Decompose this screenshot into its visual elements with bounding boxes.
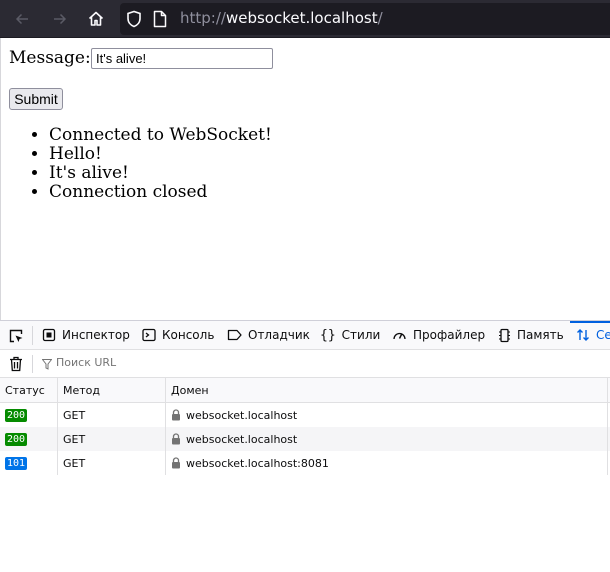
request-domain: websocket.localhost	[186, 433, 298, 446]
column-divider[interactable]	[57, 378, 58, 402]
forward-button[interactable]	[46, 5, 74, 33]
inspector-icon	[42, 328, 56, 342]
toolbar-divider	[32, 326, 33, 345]
column-divider	[607, 427, 608, 451]
tab-label: Стили	[341, 328, 381, 342]
lock-icon	[172, 457, 180, 469]
console-icon	[142, 328, 156, 342]
tab-memory[interactable]: Память	[498, 321, 564, 349]
url-path: /	[377, 9, 383, 27]
home-icon	[88, 11, 104, 26]
column-header-method[interactable]: Метод	[63, 384, 100, 397]
profiler-icon	[393, 332, 406, 340]
column-divider	[57, 403, 58, 427]
tab-label: Память	[517, 328, 564, 342]
url-bar[interactable]: http://websocket.localhost/	[120, 3, 610, 35]
column-divider	[165, 427, 166, 451]
tab-label: Консоль	[162, 328, 215, 342]
tab-inspector[interactable]: Инспектор	[42, 321, 130, 349]
column-header-domain[interactable]: Домен	[171, 384, 209, 397]
url-host: websocket.localhost	[225, 9, 378, 27]
memory-icon	[499, 328, 510, 342]
toolbar-divider	[32, 355, 33, 373]
request-method: GET	[63, 457, 86, 470]
status-badge: 101	[5, 457, 28, 470]
tab-label: Инспектор	[62, 328, 130, 342]
message-item: Hello!	[49, 145, 272, 164]
column-divider	[57, 451, 58, 475]
lock-icon	[172, 409, 180, 421]
tab-console[interactable]: Консоль	[142, 321, 214, 349]
message-item: Connection closed	[49, 183, 272, 202]
table-row[interactable]: 200 GET websocket.localhost	[0, 403, 610, 427]
tab-label: Се	[596, 328, 610, 342]
table-row[interactable]: 101 GET websocket.localhost:8081	[0, 451, 610, 475]
tab-label: Отладчик	[248, 328, 310, 342]
devtools-panel: Инспектор Консоль Отладчик {} Стили Проф…	[0, 320, 610, 572]
tab-network[interactable]: Се	[570, 321, 610, 349]
column-divider	[165, 451, 166, 475]
status-badge: 200	[5, 409, 28, 422]
table-row[interactable]: 200 GET websocket.localhost	[0, 427, 610, 451]
network-table: Статус Метод Домен 200 GET websocket.loc…	[0, 378, 610, 475]
request-method: GET	[63, 409, 86, 422]
column-divider	[165, 403, 166, 427]
message-label: Message:	[9, 48, 91, 68]
message-item: It's alive!	[49, 164, 272, 183]
style-editor-icon: {}	[320, 327, 336, 343]
tab-style-editor[interactable]: {} Стили	[320, 321, 380, 349]
submit-button[interactable]: Submit	[9, 88, 63, 110]
element-picker-icon[interactable]	[8, 328, 24, 344]
request-domain: websocket.localhost:8081	[186, 457, 329, 470]
status-badge: 200	[5, 433, 28, 446]
message-item: Connected to WebSocket!	[49, 126, 272, 145]
filter-icon	[42, 359, 52, 370]
browser-toolbar: http://websocket.localhost/	[0, 0, 610, 38]
shield-icon[interactable]	[126, 10, 142, 28]
arrow-right-icon	[54, 13, 67, 25]
column-divider[interactable]	[607, 378, 608, 402]
tab-profiler[interactable]: Профайлер	[392, 321, 485, 349]
message-list: Connected to WebSocket! Hello! It's aliv…	[9, 126, 272, 202]
column-divider	[607, 403, 608, 427]
tab-debugger[interactable]: Отладчик	[227, 321, 310, 349]
tab-label: Профайлер	[413, 328, 486, 342]
table-header: Статус Метод Домен	[0, 378, 610, 403]
column-divider[interactable]	[165, 378, 166, 402]
arrow-left-icon	[15, 13, 28, 25]
page-icon[interactable]	[153, 10, 167, 28]
network-icon	[577, 329, 589, 341]
url-scheme: http://	[180, 9, 226, 27]
lock-icon	[172, 433, 180, 445]
back-button[interactable]	[8, 5, 36, 33]
page-content: Message: Submit Connected to WebSocket! …	[0, 38, 610, 320]
request-method: GET	[63, 433, 86, 446]
column-header-status[interactable]: Статус	[5, 384, 45, 397]
url-filter-input[interactable]	[56, 356, 256, 369]
network-toolbar	[0, 350, 610, 378]
request-domain: websocket.localhost	[186, 409, 298, 422]
column-divider	[57, 427, 58, 451]
debugger-icon	[227, 329, 242, 341]
url-text[interactable]: http://websocket.localhost/	[180, 9, 383, 27]
home-button[interactable]	[82, 5, 110, 33]
devtools-tabbar: Инспектор Консоль Отладчик {} Стили Проф…	[0, 321, 610, 350]
trash-icon[interactable]	[9, 356, 23, 372]
column-divider	[607, 451, 608, 475]
message-input[interactable]	[91, 48, 273, 69]
